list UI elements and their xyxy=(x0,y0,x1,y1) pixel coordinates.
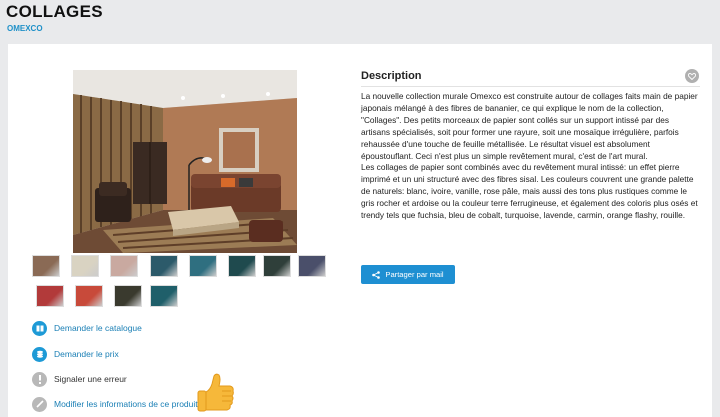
heart-icon xyxy=(688,72,696,80)
thumb-6[interactable] xyxy=(228,255,256,277)
edit-product-label: Modifier les informations de ce produit xyxy=(54,399,198,409)
thumb-11[interactable] xyxy=(114,285,142,307)
description-title: Description xyxy=(361,70,422,82)
thumb-4[interactable] xyxy=(150,255,178,277)
thumb-12[interactable] xyxy=(150,285,178,307)
share-by-mail-button[interactable]: Partager par mail xyxy=(361,265,455,284)
thumb-10[interactable] xyxy=(75,285,103,307)
description-paragraph: La nouvelle collection murale Omexco est… xyxy=(361,91,698,161)
thumb-2[interactable] xyxy=(71,255,99,277)
page-title: COLLAGES xyxy=(6,2,103,21)
edit-product-link[interactable]: Modifier les informations de ce produit xyxy=(32,396,198,412)
share-by-mail-label: Partager par mail xyxy=(385,270,444,279)
thumb-1[interactable] xyxy=(32,255,60,277)
report-error-link[interactable]: Signaler une erreur xyxy=(32,371,127,387)
thumb-3[interactable] xyxy=(110,255,138,277)
favorite-button[interactable] xyxy=(685,69,699,83)
description-divider xyxy=(361,86,700,87)
thumbs-up-icon xyxy=(192,370,236,414)
thumb-8[interactable] xyxy=(298,255,326,277)
exclamation-icon xyxy=(32,371,47,387)
report-error-label: Signaler une erreur xyxy=(54,374,127,384)
coins-icon xyxy=(32,346,47,362)
request-price-label: Demander le prix xyxy=(54,349,119,359)
brand-link[interactable]: OMEXCO xyxy=(7,24,43,33)
main-product-image[interactable] xyxy=(73,70,297,253)
request-catalogue-link[interactable]: Demander le catalogue xyxy=(32,320,142,336)
description-paragraph: Les collages de papier sont combinés ave… xyxy=(361,162,698,221)
thumb-7[interactable] xyxy=(263,255,291,277)
pencil-icon xyxy=(32,396,47,412)
description-body: La nouvelle collection murale Omexco est… xyxy=(361,91,699,222)
living-room-photo xyxy=(73,70,297,253)
thumb-9[interactable] xyxy=(36,285,64,307)
share-icon xyxy=(372,270,381,279)
thumb-5[interactable] xyxy=(189,255,217,277)
request-catalogue-label: Demander le catalogue xyxy=(54,323,142,333)
book-icon xyxy=(32,320,47,336)
request-price-link[interactable]: Demander le prix xyxy=(32,346,119,362)
